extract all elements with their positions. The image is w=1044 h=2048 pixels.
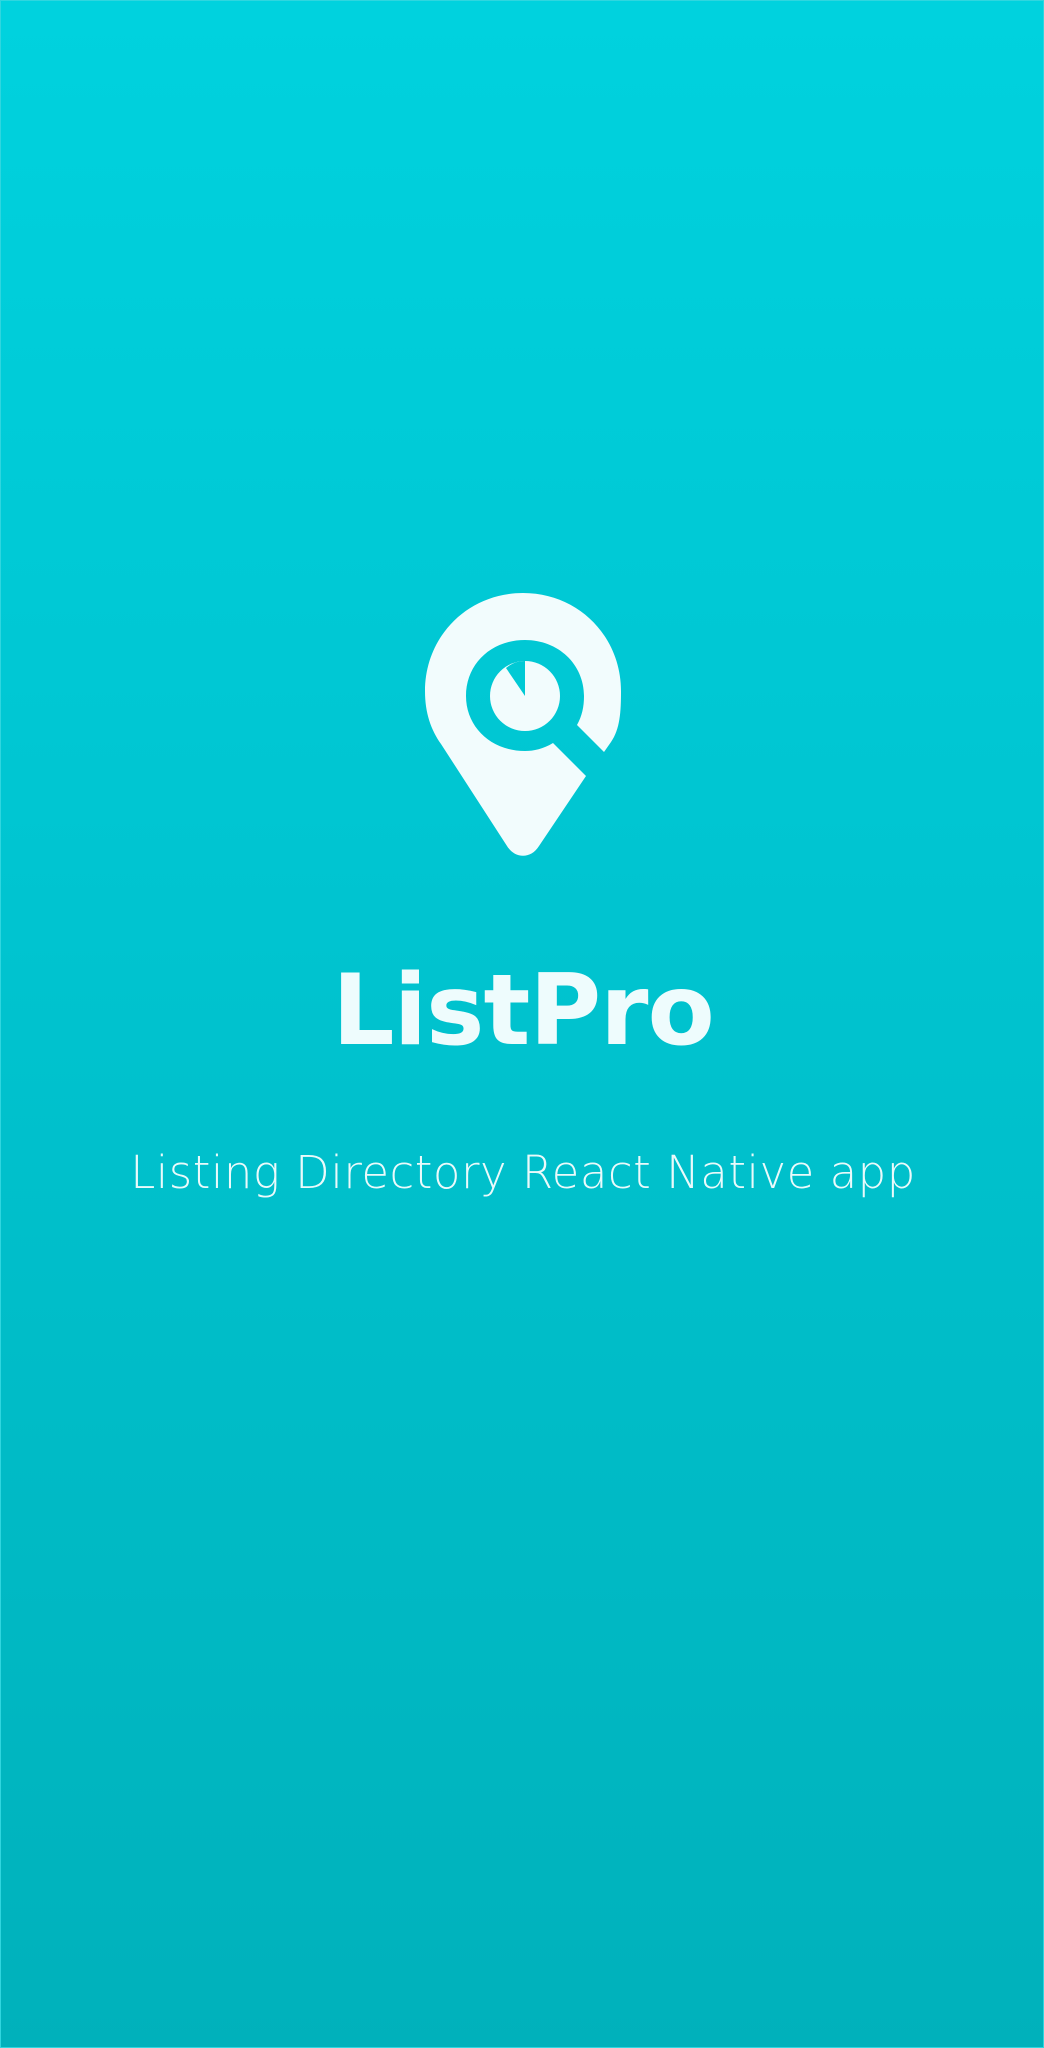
map-pin-search-icon xyxy=(421,593,625,867)
app-title: ListPro xyxy=(332,954,715,1068)
app-subtitle: Listing Directory React Native app xyxy=(130,1146,916,1199)
splash-screen: ListPro Listing Directory React Native a… xyxy=(0,0,1044,2048)
